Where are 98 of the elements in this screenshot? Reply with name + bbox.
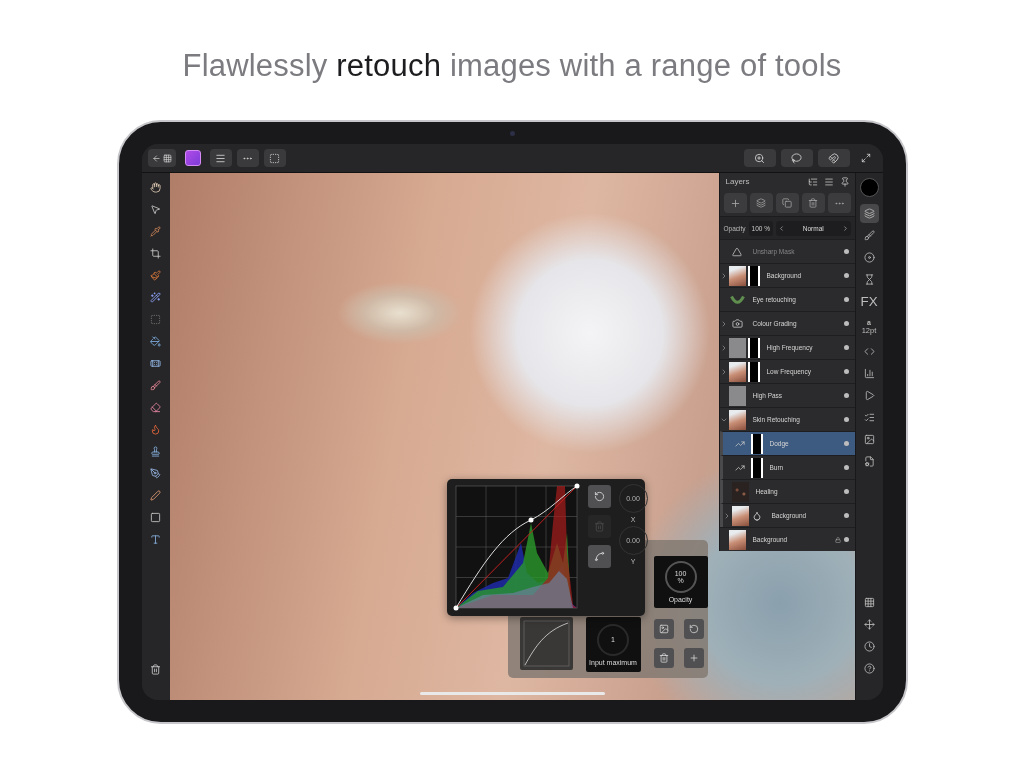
visibility-dot[interactable] bbox=[843, 441, 849, 446]
more-button[interactable] bbox=[236, 149, 259, 167]
curves-graph[interactable] bbox=[452, 483, 580, 611]
copy-icon bbox=[782, 198, 792, 208]
expand-icon bbox=[860, 153, 871, 163]
magnet-icon bbox=[828, 152, 839, 164]
arrow-left-icon bbox=[151, 153, 161, 163]
selection-button[interactable] bbox=[263, 149, 286, 167]
dashed-selection-icon bbox=[150, 314, 161, 325]
magnet-button[interactable] bbox=[817, 149, 850, 167]
layers-tab[interactable] bbox=[859, 204, 879, 223]
spline-icon bbox=[593, 551, 605, 562]
list-icon bbox=[863, 412, 875, 423]
visibility-dot[interactable] bbox=[843, 321, 849, 326]
eraser-icon bbox=[150, 402, 161, 413]
visibility-dot[interactable] bbox=[843, 273, 849, 278]
visibility-dot[interactable] bbox=[843, 465, 849, 470]
menu-icon bbox=[823, 176, 834, 187]
visibility-dot[interactable] bbox=[843, 393, 849, 398]
hand-icon bbox=[150, 182, 161, 193]
text-icon bbox=[150, 534, 161, 545]
back-button[interactable] bbox=[147, 149, 176, 167]
tree-button[interactable] bbox=[806, 175, 819, 188]
flame-icon bbox=[150, 424, 161, 435]
zoom-button[interactable] bbox=[743, 149, 776, 167]
plus-icon bbox=[688, 653, 699, 663]
menu-button[interactable] bbox=[209, 149, 232, 167]
trash-icon bbox=[658, 653, 669, 663]
reset-icon bbox=[688, 624, 699, 634]
tree-icon bbox=[807, 176, 818, 187]
visibility-dot[interactable] bbox=[843, 513, 849, 518]
move-icon bbox=[863, 619, 875, 630]
curve-mode-button[interactable] bbox=[587, 545, 611, 568]
pen-tool-icon bbox=[150, 468, 161, 479]
dashed-square-icon bbox=[269, 152, 280, 164]
panel-title: Layers bbox=[725, 177, 751, 186]
zoom-icon bbox=[754, 152, 765, 164]
app-icon[interactable] bbox=[184, 150, 201, 166]
menu-icon bbox=[215, 152, 226, 164]
layers-button[interactable] bbox=[749, 193, 773, 213]
visibility-dot[interactable] bbox=[843, 369, 849, 374]
bar-chart-icon bbox=[863, 368, 875, 379]
layers-icon bbox=[863, 208, 875, 219]
clock-icon bbox=[863, 641, 875, 652]
color-swatch[interactable] bbox=[859, 178, 879, 197]
add-layer-button[interactable] bbox=[723, 193, 747, 213]
magic-wand-icon bbox=[150, 292, 161, 303]
curve-thumbnail[interactable] bbox=[519, 617, 573, 670]
image-icon bbox=[863, 434, 875, 445]
trash-icon bbox=[150, 664, 161, 675]
play-icon bbox=[863, 390, 875, 401]
pipette-icon bbox=[150, 226, 161, 237]
layers-icon bbox=[756, 198, 766, 208]
paintbrush-icon bbox=[150, 270, 161, 281]
help-icon bbox=[863, 663, 875, 674]
visibility-dot[interactable] bbox=[843, 489, 849, 494]
stamp-icon bbox=[150, 446, 161, 457]
delete-button[interactable] bbox=[653, 648, 674, 668]
grid-icon bbox=[162, 153, 172, 163]
hourglass-icon bbox=[863, 274, 875, 285]
pointer-icon bbox=[150, 204, 161, 215]
disc-icon bbox=[863, 252, 875, 263]
menu-button[interactable] bbox=[822, 175, 835, 188]
effects-tab[interactable]: FX bbox=[859, 292, 879, 311]
reset-button[interactable] bbox=[683, 619, 704, 639]
delete-button[interactable] bbox=[801, 193, 825, 213]
chevron-left-icon bbox=[778, 224, 785, 232]
visibility-dot[interactable] bbox=[843, 297, 849, 302]
image-button[interactable] bbox=[653, 619, 674, 639]
pin-icon bbox=[839, 176, 850, 187]
copy-button[interactable] bbox=[775, 193, 799, 213]
file-gear-icon bbox=[863, 456, 875, 467]
reset-button[interactable] bbox=[587, 485, 611, 508]
rectangle-icon bbox=[150, 512, 161, 523]
visibility-dot[interactable] bbox=[843, 417, 849, 422]
reset-icon bbox=[593, 491, 605, 502]
code-icon bbox=[863, 346, 875, 357]
lasso-button[interactable] bbox=[780, 149, 813, 167]
chevron-right-icon bbox=[841, 224, 849, 232]
brush-icon bbox=[863, 230, 875, 241]
headline: Flawlessly retouch images with a range of tools bbox=[182, 48, 842, 85]
visibility-dot[interactable] bbox=[843, 249, 849, 254]
bandage-icon bbox=[150, 358, 161, 369]
visibility-dot[interactable] bbox=[843, 345, 849, 350]
paint-bucket-icon bbox=[150, 336, 161, 347]
trash-icon bbox=[593, 521, 605, 532]
crop-icon bbox=[150, 248, 161, 259]
plus-icon bbox=[729, 197, 741, 209]
pin-button[interactable] bbox=[838, 175, 851, 188]
camera-dot bbox=[510, 131, 515, 136]
pen-icon bbox=[150, 490, 161, 501]
drop-icon bbox=[751, 510, 762, 521]
grid-icon bbox=[863, 597, 875, 608]
trash-icon bbox=[808, 198, 818, 208]
visibility-dot[interactable] bbox=[843, 537, 849, 542]
brush-icon bbox=[150, 380, 161, 391]
image-icon bbox=[658, 624, 669, 634]
lasso-icon bbox=[791, 152, 802, 164]
